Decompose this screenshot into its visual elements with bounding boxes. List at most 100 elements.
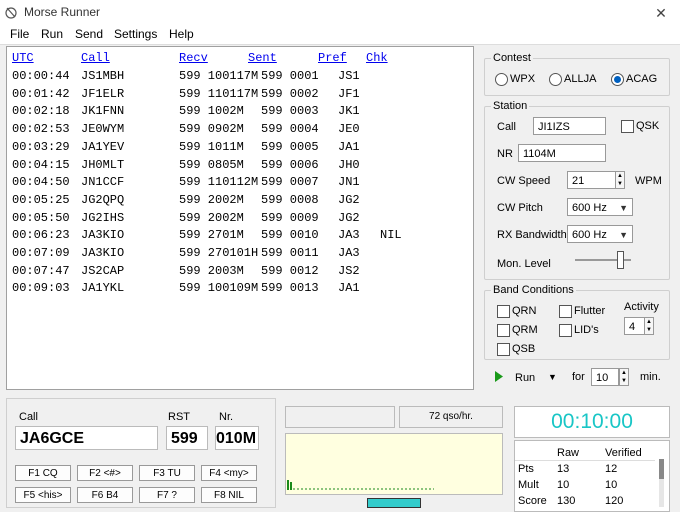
close-button[interactable]: ✕ (650, 3, 672, 23)
qso-log[interactable]: UTC Call Recv Sent Pref Chk 00:00:44 JS1M… (6, 46, 474, 390)
log-cell-pref: JN1 (338, 175, 360, 190)
activity-label: Activity (624, 301, 659, 313)
score-pts-raw: 13 (557, 463, 570, 475)
log-cell-recv: 599 0902M (179, 122, 244, 137)
contest-wpx-label[interactable]: WPX (510, 73, 535, 85)
play-icon[interactable] (495, 371, 503, 382)
log-row[interactable]: 00:07:47 JS2CAP 599 2003M 599 0012 JS2 (7, 264, 467, 282)
log-row[interactable]: 00:09:03 JA1YKL 599 100109M 599 0013 JA1 (7, 281, 467, 299)
log-row[interactable]: 00:05:25 JG2QPQ 599 2002M 599 0008 JG2 (7, 193, 467, 211)
score-col-raw: Raw (557, 447, 580, 459)
log-row[interactable]: 00:07:09 JA3KIO 599 270101H 599 0011 JA3 (7, 246, 467, 264)
log-cell-pref: JG2 (338, 192, 360, 207)
score-row-label: Pts (518, 463, 534, 475)
qrn-checkbox[interactable] (497, 305, 510, 318)
mon-level-label: Mon. Level (497, 258, 551, 270)
station-nr-field[interactable]: 1104M (518, 144, 606, 162)
entry-call-field[interactable]: JA6GCE (15, 426, 158, 450)
menu-run[interactable]: Run (41, 27, 63, 41)
flutter-label[interactable]: Flutter (574, 305, 605, 317)
entry-rst-field[interactable]: 599 (166, 426, 208, 450)
log-row[interactable]: 00:06:23 JA3KIO 599 2701M 599 0010 JA3 NIL (7, 228, 467, 246)
menu-settings[interactable]: Settings (114, 27, 157, 41)
score-scrollbar[interactable] (659, 459, 664, 507)
window-title: Morse Runner (24, 5, 101, 19)
qrm-checkbox[interactable] (497, 324, 510, 337)
log-row[interactable]: 00:04:15 JH0MLT 599 0805M 599 0006 JH0 (7, 158, 467, 176)
f4-my-button[interactable]: F4 <my> (201, 465, 257, 481)
run-dropdown-icon[interactable]: ▼ (548, 372, 557, 382)
log-header-recv[interactable]: Recv (179, 51, 208, 65)
log-header-call[interactable]: Call (81, 51, 110, 65)
f6-b4-button[interactable]: F6 B4 (77, 487, 133, 503)
contest-acag-radio[interactable] (611, 73, 624, 86)
flutter-checkbox[interactable] (559, 305, 572, 318)
log-cell-call: JN1CCF (81, 175, 125, 190)
log-cell-sent: 599 0009 (261, 210, 319, 225)
f7-query-button[interactable]: F7 ? (139, 487, 195, 503)
contest-acag-label[interactable]: ACAG (626, 73, 657, 85)
cw-speed-spinner[interactable]: ▲ ▼ (615, 171, 625, 189)
log-header-chk[interactable]: Chk (366, 51, 388, 65)
mon-level-slider[interactable] (616, 251, 624, 269)
scope-trace (287, 480, 434, 490)
score-col-verified: Verified (605, 447, 642, 459)
cw-pitch-value: 600 Hz (572, 202, 607, 214)
f2-exchange-button[interactable]: F2 <#> (77, 465, 133, 481)
cw-pitch-select[interactable]: 600 Hz ▼ (567, 198, 633, 216)
log-cell-utc: 00:02:53 (12, 122, 70, 137)
station-call-field[interactable]: JI1IZS (533, 117, 606, 135)
contest-allja-label[interactable]: ALLJA (564, 73, 596, 85)
qsb-label[interactable]: QSB (512, 343, 535, 355)
log-cell-sent: 599 0003 (261, 104, 319, 119)
lids-checkbox[interactable] (559, 324, 572, 337)
run-for-label: for (572, 371, 585, 383)
menu-send[interactable]: Send (75, 27, 103, 41)
log-cell-recv: 599 100117M (179, 69, 259, 83)
log-header-utc[interactable]: UTC (12, 51, 34, 65)
f5-his-button[interactable]: F5 <his> (15, 487, 71, 503)
log-cell-call: JG2IHS (81, 210, 125, 225)
entry-nr-label: Nr. (219, 411, 234, 423)
entry-nr-field[interactable]: 010M (215, 426, 259, 450)
log-row[interactable]: 00:03:29 JA1YEV 599 1011M 599 0005 JA1 (7, 140, 467, 158)
run-min-label: min. (640, 371, 661, 383)
lids-label[interactable]: LID's (574, 324, 599, 336)
log-header-sent[interactable]: Sent (248, 51, 277, 65)
menu-file[interactable]: File (10, 27, 29, 41)
log-row[interactable]: 00:02:18 JK1FNN 599 1002M 599 0003 JK1 (7, 104, 467, 122)
run-button-label[interactable]: Run (515, 372, 535, 384)
score-divider (515, 460, 655, 461)
log-row[interactable]: 00:02:53 JE0WYM 599 0902M 599 0004 JE0 (7, 122, 467, 140)
rx-bandwidth-select[interactable]: 600 Hz ▼ (567, 225, 633, 243)
entry-call-label: Call (19, 411, 38, 423)
log-cell-utc: 00:07:47 (12, 263, 70, 278)
log-row[interactable]: 00:04:50 JN1CCF 599 110112M 599 0007 JN1 (7, 175, 467, 193)
log-cell-recv: 599 1002M (179, 104, 244, 119)
contest-group-title: Contest (491, 52, 533, 64)
chevron-down-icon: ▼ (619, 203, 628, 213)
qrn-label[interactable]: QRN (512, 305, 536, 317)
run-minutes-spinner[interactable]: ▲ ▼ (619, 368, 629, 386)
log-row[interactable]: 00:00:44 JS1MBH 599 100117M 599 0001 JS1 (7, 69, 467, 87)
log-row[interactable]: 00:01:42 JF1ELR 599 110117M 599 0002 JF1 (7, 87, 467, 105)
qsk-checkbox[interactable] (621, 120, 634, 133)
log-header-pref[interactable]: Pref (318, 51, 347, 65)
f1-cq-button[interactable]: F1 CQ (15, 465, 71, 481)
contest-wpx-radio[interactable] (495, 73, 508, 86)
qrm-label[interactable]: QRM (512, 324, 538, 336)
log-cell-call: JK1FNN (81, 104, 125, 119)
log-cell-call: JA3KIO (81, 228, 125, 243)
log-row[interactable]: 00:05:50 JG2IHS 599 2002M 599 0009 JG2 (7, 211, 467, 229)
activity-spinner[interactable]: ▲ ▼ (644, 317, 654, 335)
contest-allja-radio[interactable] (549, 73, 562, 86)
qsb-checkbox[interactable] (497, 343, 510, 356)
cw-pitch-label: CW Pitch (497, 202, 543, 214)
f8-nil-button[interactable]: F8 NIL (201, 487, 257, 503)
f3-tu-button[interactable]: F3 TU (139, 465, 195, 481)
qsk-label[interactable]: QSK (636, 120, 659, 132)
log-cell-recv: 599 2002M (179, 210, 244, 225)
run-minutes-field[interactable]: 10 (591, 368, 619, 386)
log-cell-call: JA1YKL (81, 281, 125, 296)
menu-help[interactable]: Help (169, 27, 194, 41)
